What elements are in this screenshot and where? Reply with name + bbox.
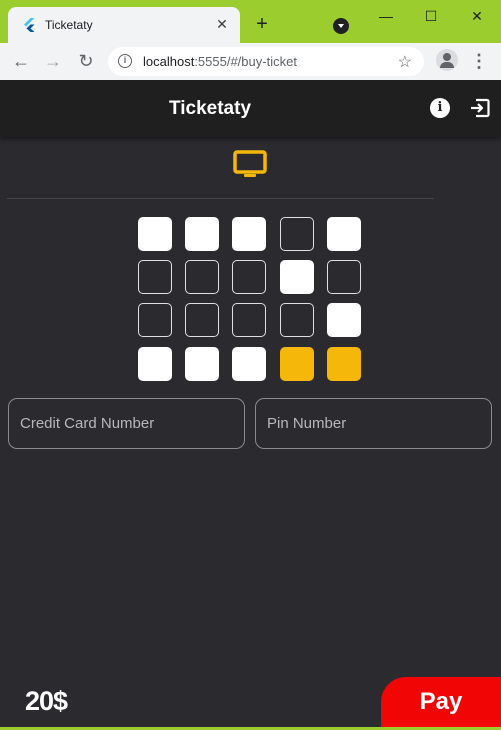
seat-taken bbox=[185, 303, 219, 337]
bookmark-star-icon[interactable]: ☆ bbox=[398, 52, 412, 72]
address-bar[interactable]: i localhost:5555/#/buy-ticket ☆ bbox=[108, 47, 424, 76]
pay-button[interactable]: Pay bbox=[381, 677, 501, 727]
credit-card-input[interactable] bbox=[9, 399, 244, 448]
seat-available[interactable] bbox=[138, 217, 172, 251]
seat-available[interactable] bbox=[327, 217, 361, 251]
site-info-icon[interactable]: i bbox=[118, 54, 132, 68]
browser-tab[interactable]: Ticketaty ✕ bbox=[8, 7, 240, 43]
seat-taken bbox=[280, 303, 314, 337]
seat-taken bbox=[138, 260, 172, 294]
seat-available[interactable] bbox=[327, 303, 361, 337]
logout-icon[interactable] bbox=[470, 98, 490, 118]
app-title: Ticketaty bbox=[168, 98, 252, 119]
url-text[interactable]: localhost:5555/#/buy-ticket bbox=[143, 54, 297, 69]
seat-available[interactable] bbox=[232, 347, 266, 381]
forward-arrow-icon[interactable]: → bbox=[43, 51, 63, 71]
browser-menu-icon[interactable]: ⋮ bbox=[470, 51, 488, 71]
seat-available[interactable] bbox=[185, 217, 219, 251]
browser-toolbar: ← → ↻ i localhost:5555/#/buy-ticket ☆ ⋮ bbox=[0, 43, 501, 80]
seat-taken bbox=[138, 303, 172, 337]
profile-avatar-icon[interactable] bbox=[436, 49, 458, 71]
seat-available[interactable] bbox=[280, 260, 314, 294]
seat-available[interactable] bbox=[185, 347, 219, 381]
seat-available[interactable] bbox=[138, 347, 172, 381]
app-bar: Ticketaty i bbox=[0, 80, 501, 137]
window-close-button[interactable]: ✕ bbox=[465, 6, 489, 26]
seat-taken bbox=[232, 260, 266, 294]
seat-taken bbox=[280, 217, 314, 251]
seat-taken bbox=[327, 260, 361, 294]
reload-icon[interactable]: ↻ bbox=[76, 51, 96, 71]
pin-input[interactable] bbox=[256, 399, 491, 448]
screen-icon bbox=[233, 150, 267, 177]
ticket-price: 20$ bbox=[25, 686, 68, 716]
seat-selected[interactable] bbox=[280, 347, 314, 381]
browser-titlebar: Ticketaty ✕ + — ☐ ✕ bbox=[0, 0, 501, 43]
seat-available[interactable] bbox=[232, 217, 266, 251]
new-tab-button[interactable]: + bbox=[252, 14, 272, 34]
screen-divider bbox=[7, 198, 434, 199]
seat-selected[interactable] bbox=[327, 347, 361, 381]
pin-field[interactable] bbox=[255, 398, 492, 449]
app-root: Ticketaty i 20$ Pay bbox=[0, 80, 501, 727]
flutter-icon bbox=[24, 18, 35, 32]
seat-taken bbox=[185, 260, 219, 294]
tab-search-icon[interactable] bbox=[333, 18, 349, 34]
tab-title: Ticketaty bbox=[45, 18, 93, 32]
minimize-button[interactable]: — bbox=[374, 6, 398, 26]
back-arrow-icon[interactable]: ← bbox=[11, 51, 31, 71]
seat-taken bbox=[232, 303, 266, 337]
maximize-button[interactable]: ☐ bbox=[419, 6, 443, 26]
tab-close-icon[interactable]: ✕ bbox=[214, 16, 230, 32]
credit-card-field[interactable] bbox=[8, 398, 245, 449]
info-icon[interactable]: i bbox=[430, 98, 450, 118]
